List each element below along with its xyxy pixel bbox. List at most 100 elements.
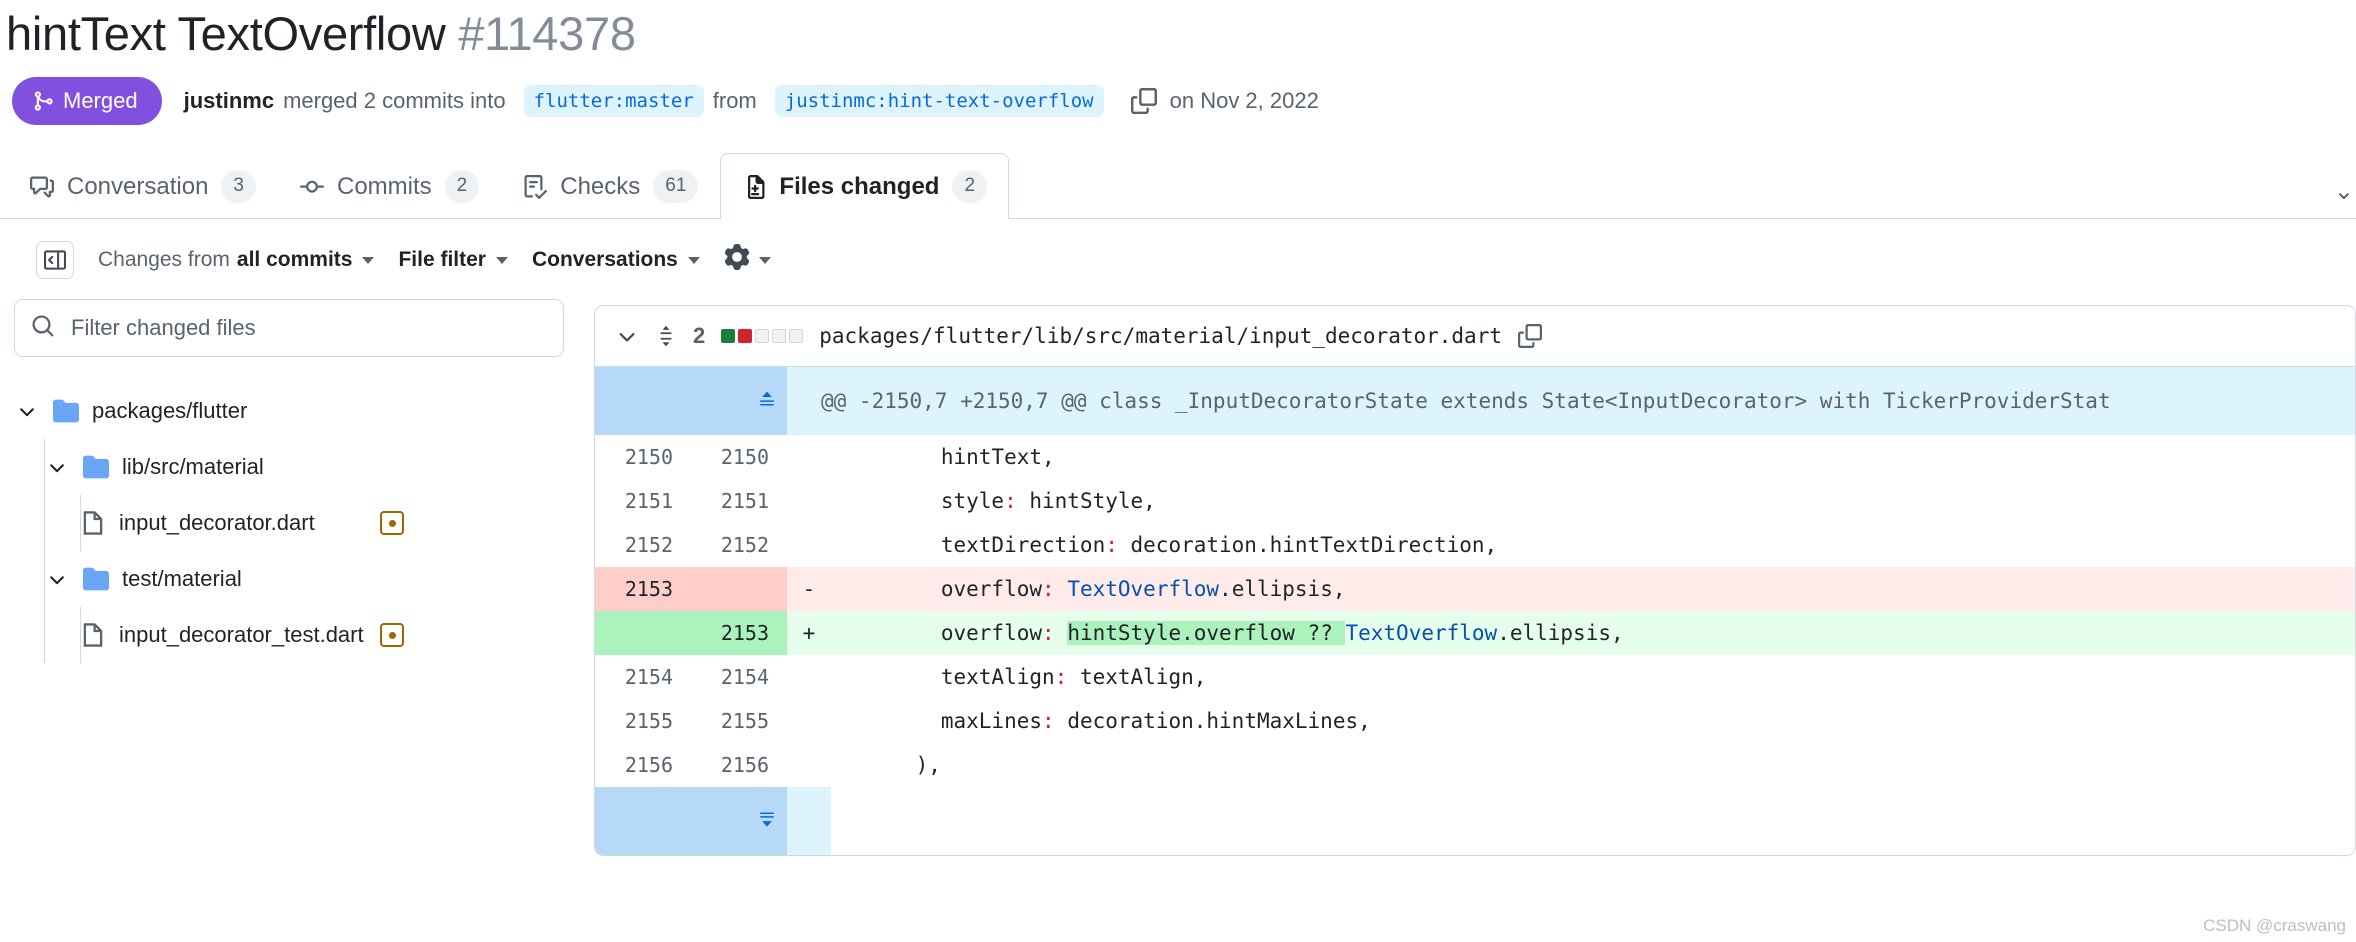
tree-label: input_decorator_test.dart: [119, 622, 364, 648]
tree-folder-lib-src-material[interactable]: lib/src/material: [14, 439, 564, 496]
diff-file-header: 2 packages/flutter/lib/src/material/inpu…: [595, 306, 2355, 368]
chevron-down-icon[interactable]: [44, 456, 70, 478]
folder-icon: [83, 566, 109, 592]
tree-folder-packages-flutter[interactable]: packages/flutter: [14, 383, 564, 439]
diff-code[interactable]: hintText,: [831, 435, 2355, 479]
conversations-label: Conversations: [531, 248, 678, 272]
tab-conversation[interactable]: Conversation 3: [8, 153, 278, 219]
diff-row-context: 2155 2155 maxLines: decoration.hintMaxLi…: [595, 699, 2355, 743]
tree-guide: [44, 439, 45, 496]
diff-stat-bar: [721, 329, 804, 344]
base-branch-chip[interactable]: flutter:master: [523, 85, 704, 118]
chevron-down-icon: [758, 256, 771, 264]
conversations-dropdown[interactable]: Conversations: [532, 248, 700, 272]
diff-row-context: 2152 2152 textDirection: decoration.hint…: [595, 523, 2355, 567]
head-branch-chip[interactable]: justinmc:hint-text-overflow: [774, 85, 1104, 118]
diff-row-context: 2156 2156 ),: [595, 743, 2355, 787]
diff-row-context: 2150 2150 hintText,: [595, 435, 2355, 479]
diff-table: @@ -2150,7 +2150,7 @@ class _InputDecora…: [595, 367, 2355, 856]
diff-line-marker: [787, 743, 831, 787]
status-badge-modified: [380, 623, 404, 648]
filter-changed-files-box[interactable]: [14, 299, 564, 358]
tree-guide: [80, 607, 81, 664]
diff-code[interactable]: style: hintStyle,: [831, 479, 2355, 523]
tab-commits[interactable]: Commits 2: [278, 153, 501, 219]
files-changed-content: packages/flutter lib/src/material: [0, 299, 2356, 857]
unfold-icon[interactable]: [655, 324, 677, 348]
tab-commits-label: Commits: [337, 172, 432, 200]
diff-change-count: 2: [693, 323, 706, 349]
diff-file-path[interactable]: packages/flutter/lib/src/material/input_…: [819, 324, 1502, 348]
git-commit-icon: [300, 175, 324, 199]
sidebar-collapse-icon[interactable]: [36, 241, 74, 280]
tree-label: lib/src/material: [122, 454, 264, 480]
search-icon: [31, 314, 55, 343]
diff-code[interactable]: textDirection: decoration.hintTextDirect…: [831, 523, 2355, 567]
folder-icon: [53, 398, 79, 424]
line-number-new: 2151: [720, 489, 769, 514]
line-number-new: 2152: [720, 533, 769, 558]
line-number-new: 2155: [720, 709, 769, 734]
diff-code[interactable]: maxLines: decoration.hintMaxLines,: [831, 699, 2355, 743]
merge-action-text: merged 2 commits into: [283, 88, 506, 114]
file-filter-dropdown[interactable]: File filter: [398, 248, 508, 272]
tree-file-input-decorator-dart[interactable]: input_decorator.dart: [14, 495, 564, 552]
checklist-icon: [523, 174, 548, 199]
tree-guide: [44, 495, 45, 552]
tree-label: test/material: [122, 566, 242, 592]
line-number-new: [691, 567, 787, 612]
chevron-down-icon: [495, 256, 508, 264]
tab-checks-count: 61: [653, 170, 699, 204]
diff-toolbar: Changes from all commits File filter Con…: [0, 219, 2356, 299]
file-icon: [80, 510, 106, 536]
changes-from-dropdown[interactable]: Changes from all commits: [98, 248, 375, 272]
diff-code[interactable]: overflow: TextOverflow.ellipsis,: [831, 567, 2355, 612]
copy-branch-icon[interactable]: [1127, 84, 1161, 118]
pr-author[interactable]: justinmc: [184, 88, 274, 114]
tab-commits-count: 2: [444, 170, 480, 204]
gear-icon: [724, 244, 750, 276]
diff-code[interactable]: textAlign: textAlign,: [831, 655, 2355, 699]
line-number-new: 2150: [720, 445, 769, 470]
expand-up-button[interactable]: [595, 367, 787, 436]
diff-line-marker: -: [787, 567, 831, 612]
diff-expand-bottom-row: [595, 787, 2355, 856]
tab-files-changed[interactable]: Files changed 2: [720, 153, 1010, 220]
tree-file-input-decorator-test-dart[interactable]: input_decorator_test.dart: [14, 607, 564, 664]
line-number-old: 2156: [624, 753, 673, 778]
diff-settings-dropdown[interactable]: [724, 244, 771, 276]
expand-down-button[interactable]: [595, 787, 787, 856]
diff-row-added: 2153 + overflow: hintStyle.overflow ?? T…: [595, 611, 2355, 656]
from-text: from: [712, 88, 757, 114]
tab-checks[interactable]: Checks 61: [501, 153, 720, 219]
diff-line-marker: [787, 435, 831, 479]
tab-conversation-count: 3: [221, 170, 256, 204]
line-number-new: 2153: [691, 611, 787, 656]
status-badge-modified: [380, 511, 404, 536]
diff-code[interactable]: overflow: hintStyle.overflow ?? TextOver…: [831, 611, 2355, 656]
chevron-down-icon[interactable]: [14, 400, 40, 422]
pr-status-row: Merged justinmc merged 2 commits into fl…: [6, 77, 2356, 126]
file-tree: packages/flutter lib/src/material input_…: [14, 383, 564, 664]
status-badge-label: Merged: [63, 88, 138, 114]
tree-folder-test-material[interactable]: test/material: [14, 551, 564, 608]
search-input[interactable]: [69, 314, 547, 343]
diff-code[interactable]: ),: [831, 743, 2355, 787]
pr-tab-bar: Conversation 3 Commits 2 Checks 61 Files…: [0, 153, 2356, 220]
copy-path-icon[interactable]: [1517, 324, 1542, 349]
file-icon: [80, 622, 106, 648]
changes-from-value: all commits: [236, 248, 353, 272]
tree-guide: [80, 495, 81, 552]
line-number-old: 2150: [624, 445, 673, 470]
diff-row-deleted: 2153 - overflow: TextOverflow.ellipsis,: [595, 567, 2355, 612]
line-number-old: 2152: [624, 533, 673, 558]
diff-row-context: 2154 2154 textAlign: textAlign,: [595, 655, 2355, 699]
diff-line-marker: [787, 699, 831, 743]
merge-date: on Nov 2, 2022: [1169, 88, 1319, 114]
tree-label: input_decorator.dart: [119, 510, 315, 536]
line-number-old: 2154: [624, 665, 673, 690]
changes-from-prefix: Changes from: [98, 248, 230, 272]
diff-line-marker: +: [787, 611, 831, 656]
chevron-down-icon[interactable]: [44, 568, 70, 590]
chevron-down-icon[interactable]: [615, 324, 639, 348]
